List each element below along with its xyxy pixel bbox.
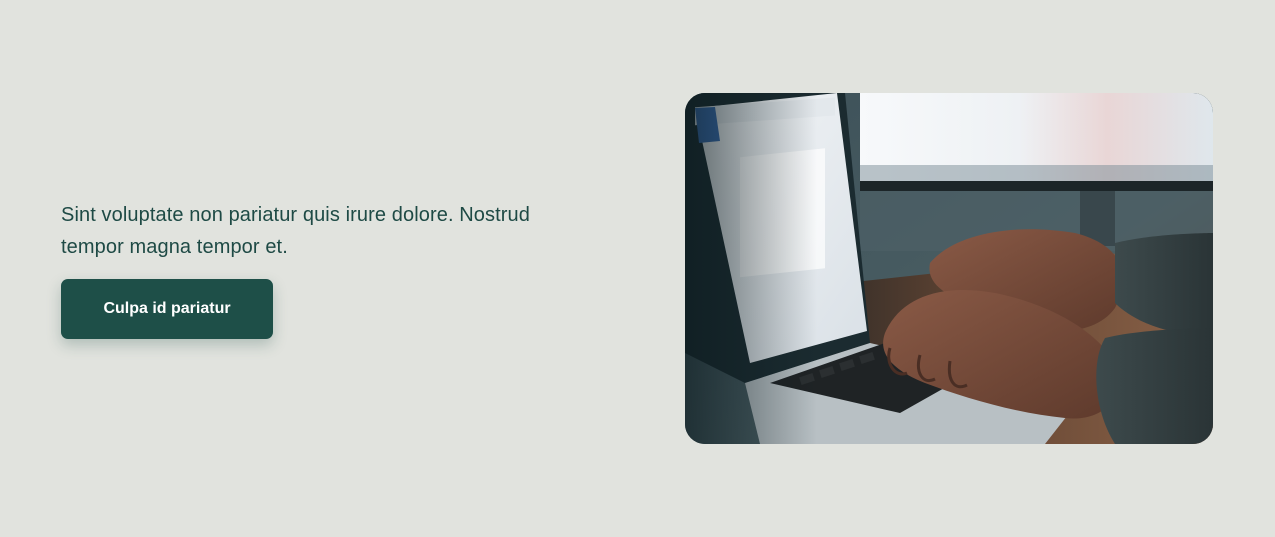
- hero-copy: Sint voluptate non pariatur quis irure d…: [61, 199, 581, 263]
- hero-image: [685, 93, 1213, 444]
- hero-text: Sint voluptate non pariatur quis irure d…: [61, 204, 530, 258]
- hero-section: Sint voluptate non pariatur quis irure d…: [0, 0, 1275, 537]
- hero-cta-button[interactable]: Culpa id pariatur: [61, 279, 273, 339]
